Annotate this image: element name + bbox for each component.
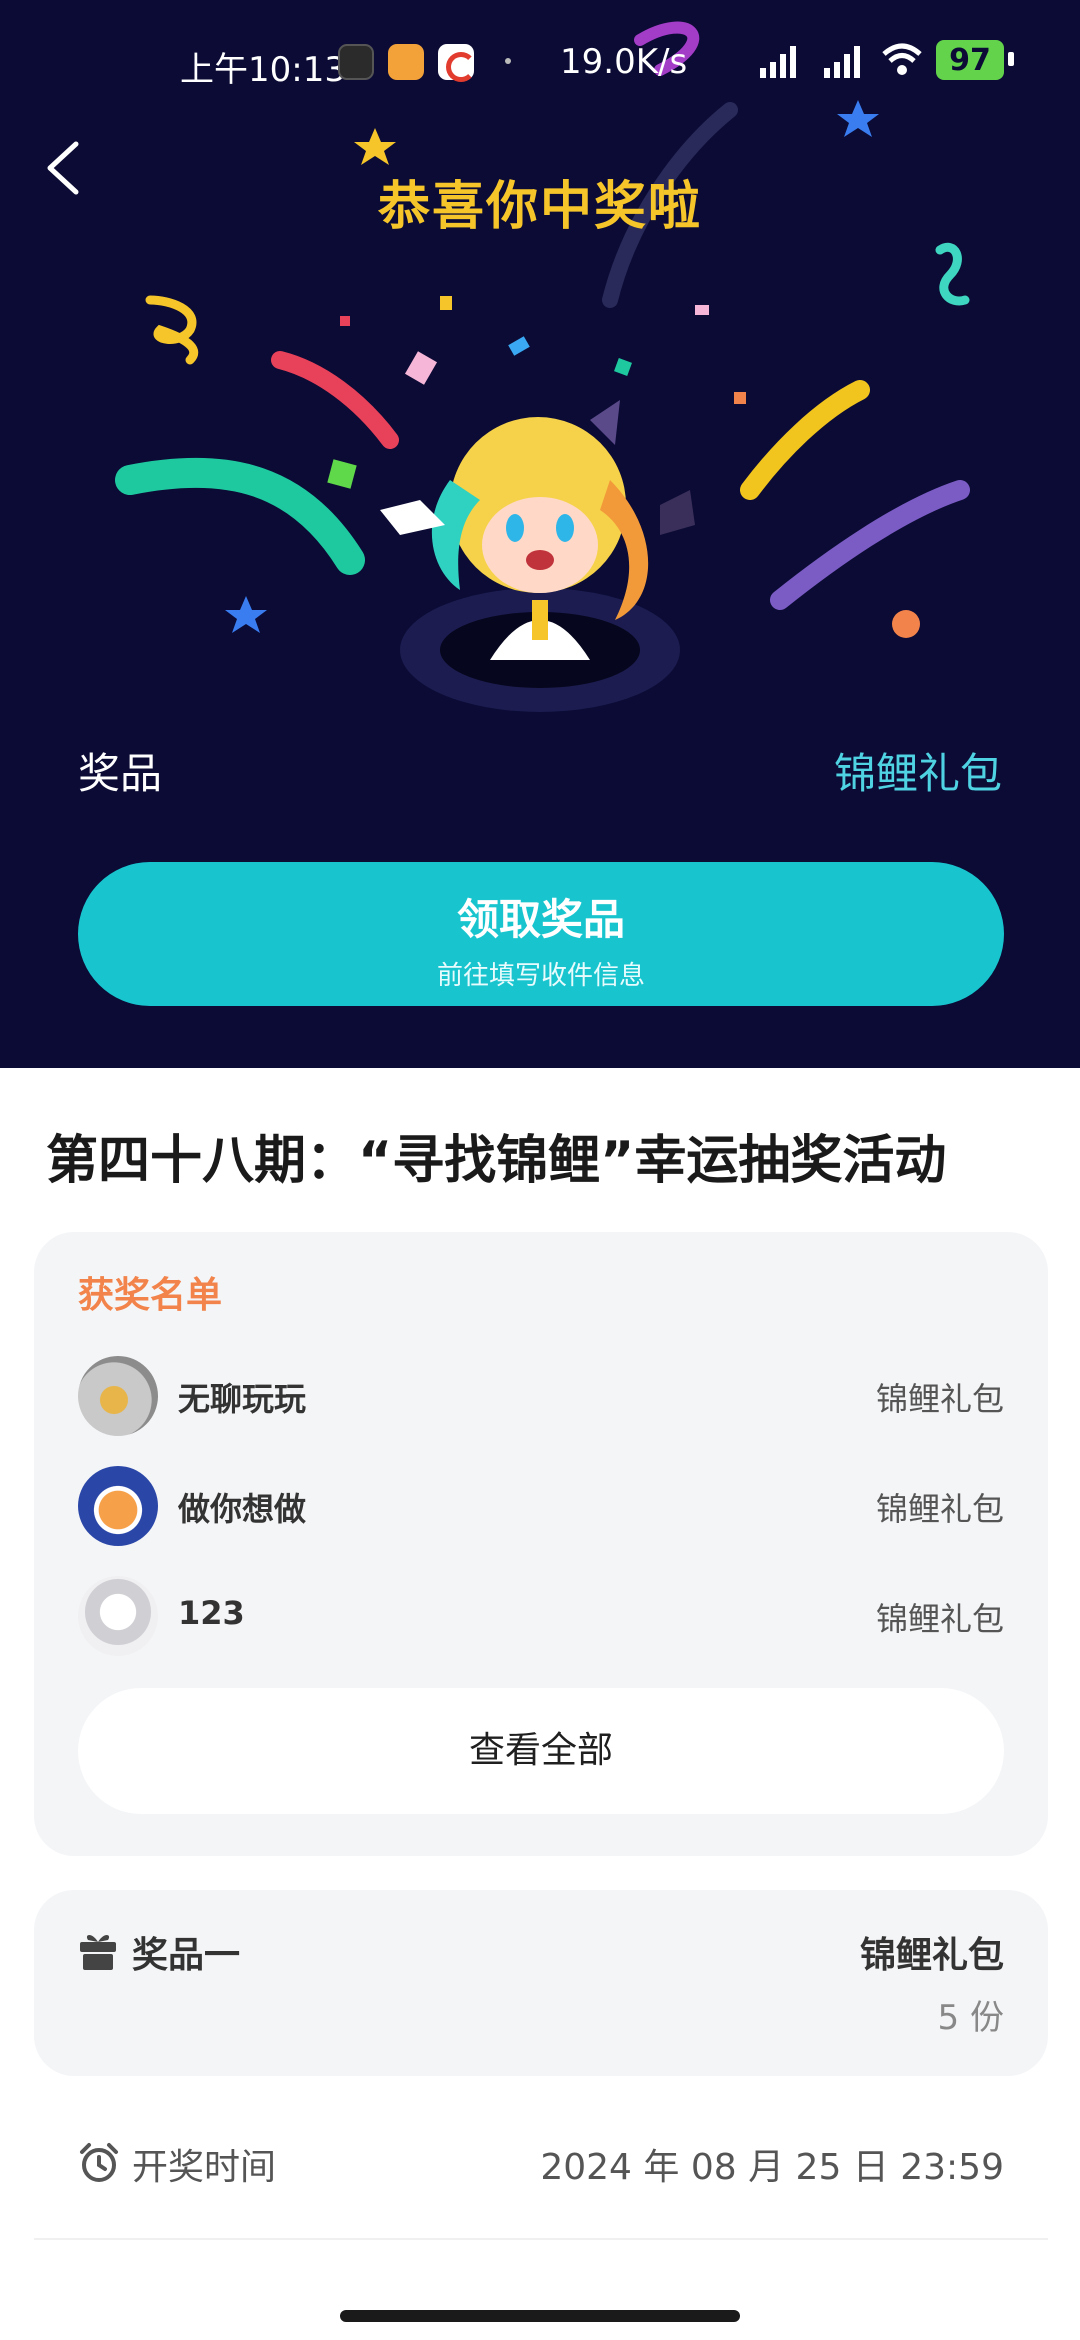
- mascot-illustration: [380, 400, 695, 712]
- draw-time-value: 2024 年 08 月 25 日 23:59: [540, 2147, 1004, 2188]
- draw-time-row: 开奖时间 2024 年 08 月 25 日 23:59: [34, 2120, 1048, 2240]
- prize-item-label: 奖品一: [132, 1935, 241, 1976]
- alarm-clock-icon: [80, 2143, 118, 2182]
- winner-prize: 锦鲤礼包: [875, 1490, 1004, 1528]
- winner-row: 无聊玩玩 锦鲤礼包: [78, 1356, 1004, 1436]
- claim-prize-button[interactable]: 领取奖品 前往填写收件信息: [78, 862, 1004, 1006]
- winner-name: 做你想做: [178, 1490, 307, 1528]
- prize-item-quantity: 5 份: [937, 1998, 1004, 2038]
- winner-prize: 锦鲤礼包: [875, 1600, 1004, 1638]
- notification-dot-icon: [505, 58, 511, 64]
- winners-card: 获奖名单 无聊玩玩 锦鲤礼包 做你想做 锦鲤礼包 123 锦鲤礼包 查看全部: [34, 1232, 1048, 1856]
- winners-heading: 获奖名单: [78, 1275, 223, 1316]
- hero-banner: 上午10:13 19.0K/s 97 恭喜你中奖啦 奖品 锦鲤礼包 领取奖品 前…: [0, 0, 1080, 1068]
- gift-icon: [80, 1935, 116, 1970]
- avatar: [78, 1576, 158, 1656]
- winner-row: 做你想做 锦鲤礼包: [78, 1466, 1004, 1546]
- winner-prize: 锦鲤礼包: [875, 1380, 1004, 1418]
- avatar: [78, 1356, 158, 1436]
- activity-title: 第四十八期：“寻找锦鲤”幸运抽奖活动: [46, 1131, 947, 1191]
- claim-button-subtitle: 前往填写收件信息: [436, 961, 645, 991]
- status-bar: 上午10:13 19.0K/s 97: [0, 38, 1080, 90]
- battery-icon: 97: [936, 40, 1004, 80]
- prize-item-name: 锦鲤礼包: [859, 1935, 1004, 1976]
- prize-value: 锦鲤礼包: [833, 749, 1002, 798]
- network-speed: 19.0K/s: [560, 42, 688, 82]
- reader-app-icon: [388, 44, 424, 80]
- winner-row: 123 锦鲤礼包: [78, 1576, 1004, 1656]
- prize-label: 奖品: [78, 749, 163, 798]
- browser-app-icon: [438, 44, 476, 82]
- wifi-icon: [882, 43, 922, 75]
- claim-button-title: 领取奖品: [456, 895, 625, 944]
- prize-item-card: 奖品一 锦鲤礼包 5 份: [34, 1890, 1048, 2076]
- avatar: [78, 1466, 158, 1546]
- congrats-title: 恭喜你中奖啦: [377, 177, 702, 237]
- clock-app-icon: [338, 44, 374, 80]
- draw-time-label: 开奖时间: [132, 2147, 277, 2188]
- home-indicator[interactable]: [340, 2310, 740, 2322]
- signal-icon: [824, 46, 860, 78]
- signal-icon: [760, 46, 796, 78]
- winner-name: 123: [178, 1594, 245, 1632]
- battery-tip: [1008, 52, 1014, 66]
- view-all-button[interactable]: 查看全部: [78, 1688, 1004, 1814]
- status-time: 上午10:13: [180, 50, 346, 90]
- winner-name: 无聊玩玩: [178, 1380, 307, 1418]
